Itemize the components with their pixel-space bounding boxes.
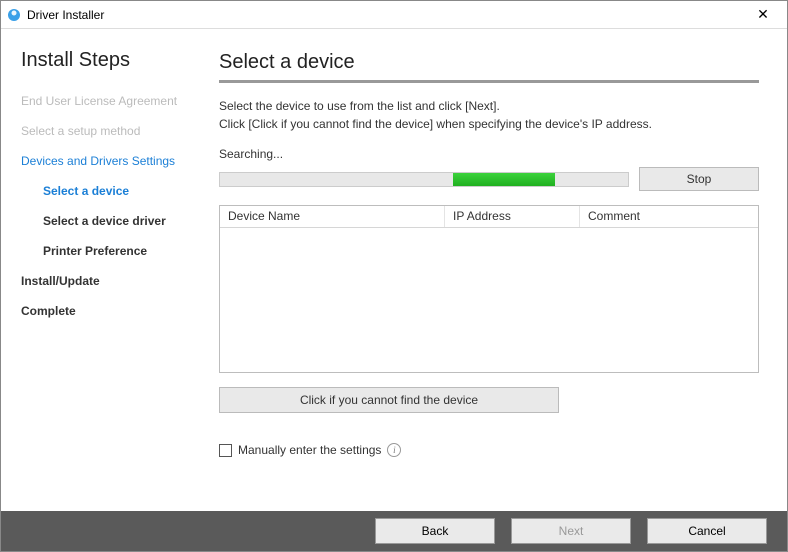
description-line-2: Click [Click if you cannot find the devi… <box>219 115 759 133</box>
window-title: Driver Installer <box>27 8 104 22</box>
next-button[interactable]: Next <box>511 518 631 544</box>
manual-checkbox[interactable] <box>219 444 232 457</box>
titlebar: Driver Installer ✕ <box>1 1 787 29</box>
description: Select the device to use from the list a… <box>219 97 759 133</box>
step-select-driver: Select a device driver <box>21 214 183 228</box>
col-ip-address[interactable]: IP Address <box>445 206 580 227</box>
step-install-update: Install/Update <box>21 274 183 288</box>
step-setup-method: Select a setup method <box>21 124 183 138</box>
search-status: Searching... <box>219 147 759 161</box>
manual-row: Manually enter the settings i <box>219 443 759 457</box>
back-button[interactable]: Back <box>375 518 495 544</box>
col-comment[interactable]: Comment <box>580 206 758 227</box>
step-complete: Complete <box>21 304 183 318</box>
description-line-1: Select the device to use from the list a… <box>219 97 759 115</box>
table-header: Device Name IP Address Comment <box>220 206 758 228</box>
content: Install Steps End User License Agreement… <box>1 29 787 511</box>
main-panel: Select a device Select the device to use… <box>201 29 787 511</box>
cannot-find-device-button[interactable]: Click if you cannot find the device <box>219 387 559 413</box>
step-select-device: Select a device <box>21 184 183 198</box>
col-device-name[interactable]: Device Name <box>220 206 445 227</box>
progress-bar <box>219 172 629 187</box>
progress-fill <box>453 173 555 186</box>
page-title: Select a device <box>219 51 759 74</box>
manual-label: Manually enter the settings <box>238 443 381 457</box>
cancel-button[interactable]: Cancel <box>647 518 767 544</box>
title-divider <box>219 80 759 83</box>
close-icon[interactable]: ✕ <box>745 6 781 23</box>
stop-button[interactable]: Stop <box>639 167 759 191</box>
sidebar: Install Steps End User License Agreement… <box>1 29 201 511</box>
sidebar-heading: Install Steps <box>21 49 183 72</box>
step-printer-preference: Printer Preference <box>21 244 183 258</box>
info-icon[interactable]: i <box>387 443 401 457</box>
app-icon <box>7 8 21 22</box>
footer: Back Next Cancel <box>1 511 787 551</box>
step-eula: End User License Agreement <box>21 94 183 108</box>
device-table[interactable]: Device Name IP Address Comment <box>219 205 759 373</box>
step-devices-drivers: Devices and Drivers Settings <box>21 154 183 168</box>
progress-row: Stop <box>219 167 759 191</box>
